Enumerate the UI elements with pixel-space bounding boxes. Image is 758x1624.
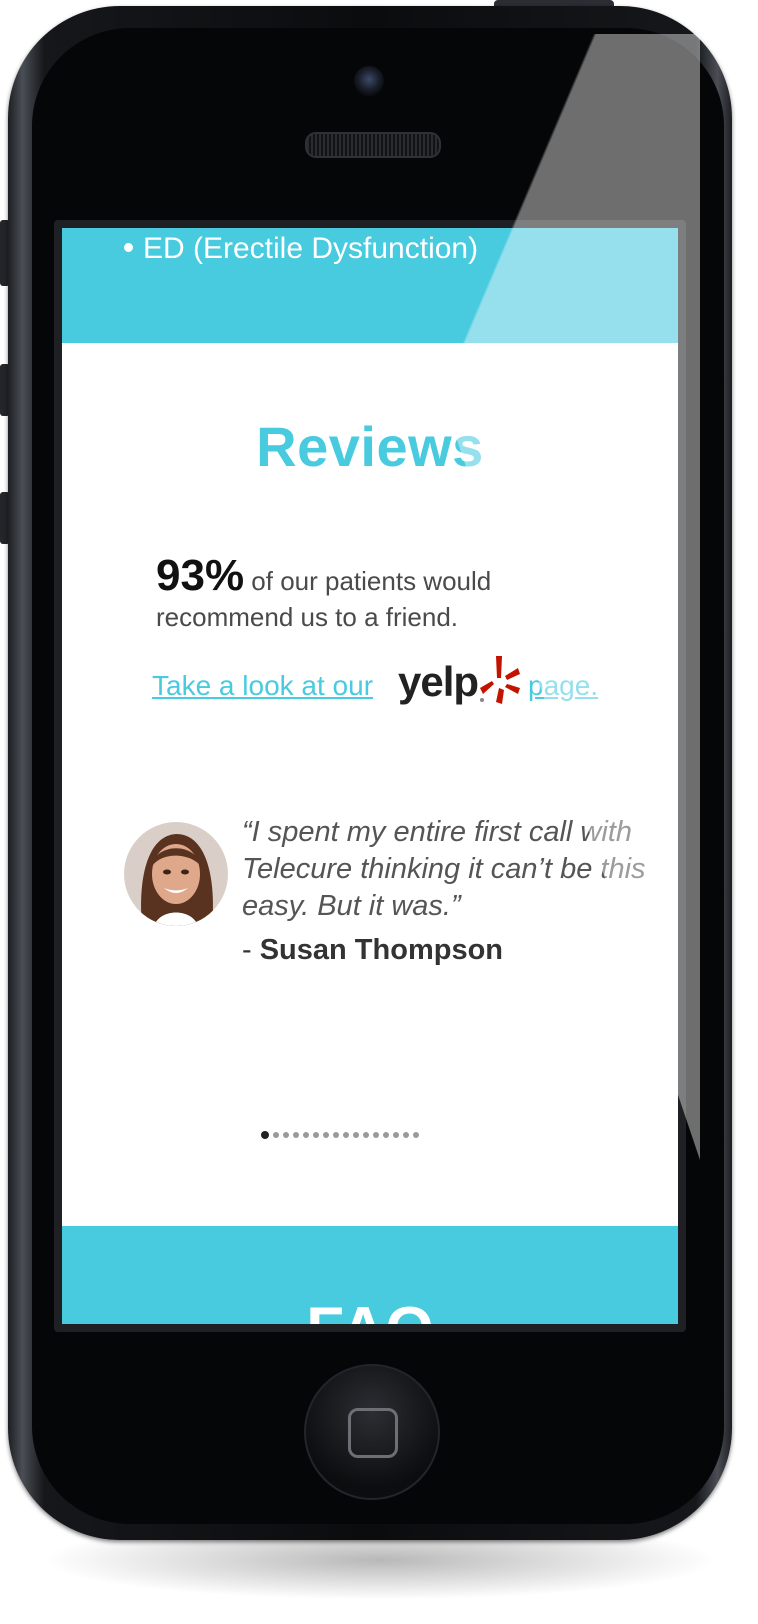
carousel-dot[interactable] xyxy=(383,1132,389,1138)
carousel-dot[interactable] xyxy=(373,1132,379,1138)
yelp-logo[interactable]: yelp xyxy=(398,654,522,714)
stat-percent: 93% xyxy=(156,551,245,600)
carousel-dot[interactable] xyxy=(323,1132,329,1138)
home-button-icon xyxy=(348,1408,398,1458)
carousel-pagination xyxy=(261,1131,419,1142)
yelp-wordmark: yelp xyxy=(398,658,479,705)
testimonial-author: - Susan Thompson xyxy=(242,934,503,967)
carousel-dot[interactable] xyxy=(343,1132,349,1138)
recommend-stat: 93% of our patients would recommend us t… xyxy=(156,554,596,635)
author-name: Susan Thompson xyxy=(259,934,504,966)
conditions-section: ED (Erectile Dysfunction) xyxy=(62,228,678,343)
yelp-link-prefix[interactable]: Take a look at our xyxy=(152,670,373,702)
carousel-dot[interactable] xyxy=(313,1132,319,1138)
yelp-burst-icon xyxy=(480,656,520,704)
carousel-dot[interactable] xyxy=(261,1131,269,1139)
bullet-icon xyxy=(124,242,133,252)
carousel-dot[interactable] xyxy=(283,1132,289,1138)
faq-section: FAQ xyxy=(62,1226,678,1324)
yelp-link-suffix[interactable]: page. xyxy=(528,670,598,702)
carousel-dot[interactable] xyxy=(413,1132,419,1138)
reviewer-portrait xyxy=(124,822,228,926)
carousel-dot[interactable] xyxy=(403,1132,409,1138)
home-button[interactable] xyxy=(304,1364,440,1500)
testimonial-slide: “I spent my entire first call with Telec… xyxy=(124,816,646,992)
author-dash: - xyxy=(242,934,260,966)
earpiece-speaker xyxy=(305,132,441,158)
yelp-link-row: Take a look at our yelp page. xyxy=(152,656,622,718)
carousel-dot[interactable] xyxy=(393,1132,399,1138)
avatar xyxy=(124,822,228,926)
carousel-dot[interactable] xyxy=(303,1132,309,1138)
carousel-dot[interactable] xyxy=(353,1132,359,1138)
condition-list-item: ED (Erectile Dysfunction) xyxy=(124,232,478,266)
front-camera-icon xyxy=(354,66,384,96)
testimonial-quote: “I spent my entire first call with Telec… xyxy=(242,816,646,922)
carousel-dot[interactable] xyxy=(363,1132,369,1138)
carousel-dot[interactable] xyxy=(333,1132,339,1138)
reviews-heading: Reviews xyxy=(256,415,484,478)
carousel-dot[interactable] xyxy=(293,1132,299,1138)
faq-heading: FAQ xyxy=(62,1294,678,1324)
phone-screen: ED (Erectile Dysfunction) Reviews 93% of… xyxy=(62,228,678,1324)
carousel-dot[interactable] xyxy=(273,1132,279,1138)
condition-label: ED (Erectile Dysfunction) xyxy=(143,232,479,265)
